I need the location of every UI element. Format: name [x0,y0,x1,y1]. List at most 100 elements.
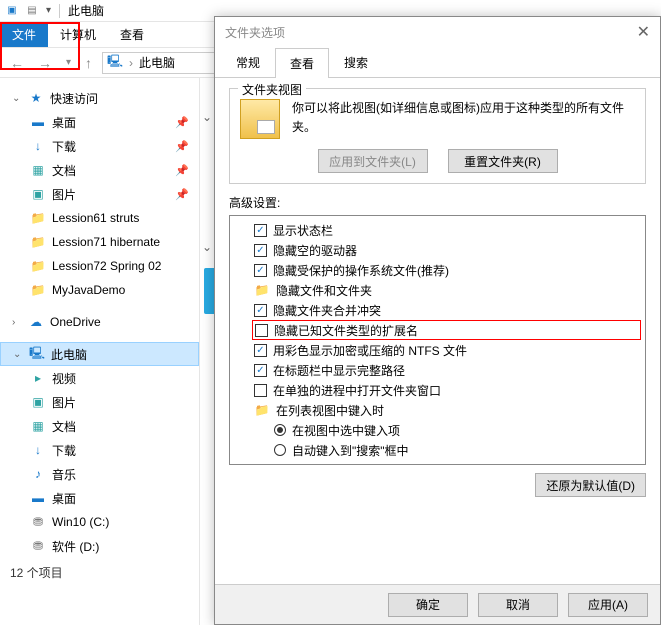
restore-defaults-button[interactable]: 还原为默认值(D) [535,473,646,497]
picture-icon: ▣ [30,394,46,410]
sidebar-item-downloads[interactable]: ↓下载📌 [0,134,199,158]
qat-title: 此电脑 [68,2,104,19]
document-icon: ▦ [30,162,46,178]
tree-item-radio[interactable]: 在视图中选中键入项 [234,420,641,440]
tree-item[interactable]: 在单独的进程中打开文件夹窗口 [234,380,641,400]
tree-item[interactable]: ✓在缩略图上显示文件图标 [234,460,641,465]
checkbox-icon[interactable] [254,384,267,397]
tree-item-label: 在视图中选中键入项 [292,422,400,439]
sidebar-item-label: MyJavaDemo [52,283,125,297]
quick-access-label: 快速访问 [50,90,98,107]
tree-item[interactable]: ✓隐藏文件夹合并冲突 [234,300,641,320]
tree-item[interactable]: ✓ 在标题栏中显示完整路径 [234,360,641,380]
checkbox-icon[interactable]: ✓ [254,464,267,466]
document-icon: ▦ [30,418,46,434]
dialog-title: 文件夹选项 [225,24,285,41]
tree-item-label: 在单独的进程中打开文件夹窗口 [273,382,441,399]
breadcrumb-current[interactable]: 此电脑 [139,54,175,71]
sidebar-item-folder[interactable]: 📁Lession72 Spring 02 [0,254,199,278]
tree-item-label: 在标题栏中显示完整路径 [273,362,405,379]
sidebar-item-drive-c[interactable]: ⛃Win10 (C:) [0,510,199,534]
folder-options-dialog: 文件夹选项 ✕ 常规 查看 搜索 文件夹视图 你可以将此视图(如详细信息或图标)… [214,16,661,625]
tree-item-radio[interactable]: 自动键入到"搜索"框中 [234,440,641,460]
forward-button[interactable]: → [34,55,56,71]
qat-dropdown-icon[interactable]: ▾ [46,5,51,16]
sidebar-item-label: 桌面 [52,114,76,131]
nav-tree: ⌄ ★ 快速访问 ▬桌面📌 ↓下载📌 ▦文档📌 ▣图片📌 📁Lession61 … [0,78,200,625]
tab-view[interactable]: 查看 [108,22,156,47]
chevron-right-icon: › [12,317,22,328]
sidebar-item-desktop[interactable]: ▬桌面 [0,486,199,510]
back-button[interactable]: ← [6,55,28,71]
download-icon: ↓ [30,442,46,458]
separator [59,4,60,18]
dialog-footer: 确定 取消 应用(A) [215,584,660,624]
folder-large-icon [240,99,280,139]
sidebar-item-pictures[interactable]: ▣ 图片 [0,390,199,414]
sidebar-item-music[interactable]: ♪ 音乐 [0,462,199,486]
sidebar-item-label: 下载 [52,442,76,459]
tree-item-label: 自动键入到"搜索"框中 [292,442,409,459]
tab-file[interactable]: 文件 [0,22,48,47]
quick-access-header[interactable]: ⌄ ★ 快速访问 [0,86,199,110]
tree-item-folder[interactable]: 📁隐藏文件和文件夹 [234,280,641,300]
tab-search[interactable]: 搜索 [329,47,383,77]
checkbox-icon[interactable]: ✓ [254,344,267,357]
chevron-right-icon: › [129,56,133,70]
sidebar-item-folder[interactable]: 📁 MyJavaDemo [0,278,199,302]
apply-button[interactable]: 应用(A) [568,593,648,617]
cancel-button[interactable]: 取消 [478,593,558,617]
sidebar-item-documents[interactable]: ▦文档 [0,414,199,438]
folder-icon: 📁 [30,282,46,298]
tree-item-hide-extensions[interactable]: 隐藏已知文件类型的扩展名 [252,320,641,340]
dialog-body: 文件夹视图 你可以将此视图(如详细信息或图标)应用于这种类型的所有文件夹。 应用… [215,78,660,584]
system-icon: ▣ [6,5,18,17]
sidebar-item-folder[interactable]: 📁Lession71 hibernate [0,230,199,254]
properties-icon[interactable]: ▤ [26,5,38,17]
sidebar-item-label: 视频 [52,370,76,387]
advanced-settings-label: 高级设置: [229,194,646,211]
radio-icon[interactable] [274,424,286,436]
sidebar-item-label: Lession71 hibernate [52,235,160,249]
tree-item[interactable]: ✓隐藏受保护的操作系统文件(推荐) [234,260,641,280]
close-button[interactable]: ✕ [637,22,650,42]
tree-item[interactable]: ✓ 显示状态栏 [234,220,641,240]
chevron-down-icon: ⌄ [12,93,22,104]
sidebar-item-documents[interactable]: ▦文档📌 [0,158,199,182]
sidebar-item-pictures[interactable]: ▣图片📌 [0,182,199,206]
sidebar-item-folder[interactable]: 📁Lession61 struts [0,206,199,230]
tab-computer[interactable]: 计算机 [48,22,108,47]
onedrive-header[interactable]: › ☁ OneDrive [0,310,199,334]
sidebar-item-drive-d[interactable]: ⛃软件 (D:) [0,534,199,558]
sidebar-item-videos[interactable]: ▸视频 [0,366,199,390]
ok-button[interactable]: 确定 [388,593,468,617]
up-button[interactable]: ↑ [81,55,96,71]
checkbox-icon[interactable] [255,324,268,337]
sidebar-item-label: 图片 [52,394,76,411]
dialog-tabs: 常规 查看 搜索 [215,47,660,78]
this-pc-header[interactable]: ⌄ 🖳 此电脑 [0,342,199,366]
advanced-settings-tree[interactable]: ✓ 显示状态栏 ✓隐藏空的驱动器 ✓隐藏受保护的操作系统文件(推荐) 📁隐藏文件和… [229,215,646,465]
radio-icon[interactable] [274,444,286,456]
checkbox-icon[interactable]: ✓ [254,264,267,277]
desktop-icon: ▬ [30,490,46,506]
music-icon: ♪ [30,466,46,482]
checkbox-icon[interactable]: ✓ [254,304,267,317]
tree-item-label: 在列表视图中键入时 [276,402,384,419]
tree-item-folder[interactable]: 📁在列表视图中键入时 [234,400,641,420]
checkbox-icon[interactable]: ✓ [254,244,267,257]
reset-folders-button[interactable]: 重置文件夹(R) [448,149,558,173]
tree-item[interactable]: ✓隐藏空的驱动器 [234,240,641,260]
sidebar-item-label: 音乐 [52,466,76,483]
checkbox-icon[interactable]: ✓ [254,224,267,237]
tree-item[interactable]: ✓用彩色显示加密或压缩的 NTFS 文件 [234,340,641,360]
sidebar-item-desktop[interactable]: ▬桌面📌 [0,110,199,134]
tab-view[interactable]: 查看 [275,48,329,78]
tree-item-label: 显示状态栏 [273,222,333,239]
apply-to-folders-button[interactable]: 应用到文件夹(L) [318,149,428,173]
recent-dropdown-icon[interactable]: ▾ [62,57,75,68]
sidebar-item-downloads[interactable]: ↓ 下载 [0,438,199,462]
tab-general[interactable]: 常规 [221,47,275,77]
sidebar-item-label: Lession72 Spring 02 [52,259,161,273]
checkbox-icon[interactable]: ✓ [254,364,267,377]
